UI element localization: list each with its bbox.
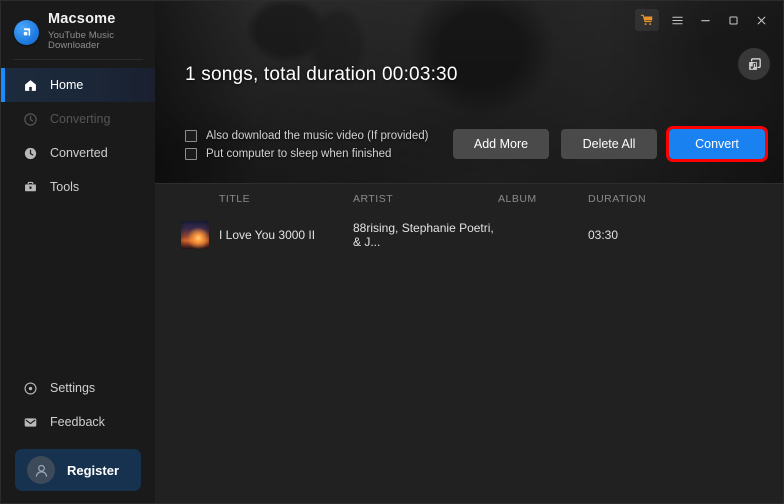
download-options: Also download the music video (If provid… <box>185 129 428 160</box>
sidebar-item-tools[interactable]: Tools <box>1 170 155 204</box>
main-content: 1 songs, total duration 00:03:30 Also do… <box>155 1 783 503</box>
hero-controls: Also download the music video (If provid… <box>185 126 768 162</box>
app-window: Macsome YouTube Music Downloader Home Co… <box>0 0 784 504</box>
close-icon[interactable] <box>747 9 775 31</box>
sidebar-item-label: Feedback <box>50 415 105 429</box>
brand-name: Macsome <box>48 11 116 28</box>
song-title: I Love You 3000 II <box>219 228 316 242</box>
checkbox-icon[interactable] <box>185 130 197 142</box>
brand-subtitle: YouTube Music Downloader <box>48 30 115 52</box>
sidebar-item-label: Home <box>50 78 84 92</box>
maximize-icon[interactable] <box>719 9 747 31</box>
option-download-music-video[interactable]: Also download the music video (If provid… <box>185 130 428 142</box>
sidebar-item-feedback[interactable]: Feedback <box>1 405 155 439</box>
cell-artist: 88rising, Stephanie Poetri, & J... <box>353 221 494 249</box>
cell-title: I Love You 3000 II <box>155 221 353 249</box>
convert-button[interactable]: Convert <box>666 126 768 162</box>
action-buttons: Add More Delete All Convert <box>453 126 768 162</box>
home-icon <box>22 77 39 94</box>
sidebar-bottom: Settings Feedback Register <box>1 371 155 491</box>
column-header-duration: DURATION <box>588 193 647 205</box>
register-button[interactable]: Register <box>15 449 141 491</box>
shopping-cart-icon[interactable] <box>635 9 659 31</box>
sidebar-item-label: Tools <box>50 180 80 194</box>
sidebar-item-settings[interactable]: Settings <box>1 371 155 405</box>
sidebar-item-converted[interactable]: Converted <box>1 136 155 170</box>
page-title: 1 songs, total duration 00:03:30 <box>185 64 458 85</box>
brand-text: Macsome YouTube Music Downloader <box>48 11 155 52</box>
sidebar-item-converting[interactable]: Converting <box>1 102 155 136</box>
table-row[interactable]: I Love You 3000 II 88rising, Stephanie P… <box>155 214 783 256</box>
sidebar-nav: Home Converting Converted Tools <box>1 68 155 204</box>
sidebar-item-label: Settings <box>50 381 96 395</box>
minimize-icon[interactable] <box>691 9 719 31</box>
album-art-thumbnail <box>181 221 209 249</box>
sidebar-divider <box>13 59 143 60</box>
register-label: Register <box>67 462 120 478</box>
hamburger-menu-icon[interactable] <box>663 9 691 31</box>
user-avatar-icon <box>27 456 55 484</box>
cell-duration: 03:30 <box>588 228 619 242</box>
option-label: Put computer to sleep when finished <box>206 148 392 160</box>
table-header-row: TITLE ARTIST ALBUM DURATION <box>155 183 783 214</box>
music-library-icon[interactable] <box>738 48 770 80</box>
option-label: Also download the music video (If provid… <box>206 130 429 142</box>
brand-header: Macsome YouTube Music Downloader <box>1 1 155 51</box>
column-header-artist: ARTIST <box>353 193 394 205</box>
column-header-album: ALBUM <box>498 193 537 205</box>
song-table: TITLE ARTIST ALBUM DURATION I Love You 3… <box>155 183 783 256</box>
sidebar: Macsome YouTube Music Downloader Home Co… <box>1 1 155 503</box>
delete-all-button[interactable]: Delete All <box>561 129 657 159</box>
option-sleep-when-finished[interactable]: Put computer to sleep when finished <box>185 148 428 160</box>
sidebar-item-home[interactable]: Home <box>1 68 155 102</box>
column-header-title: TITLE <box>219 193 251 205</box>
add-more-button[interactable]: Add More <box>453 129 549 159</box>
checkbox-icon[interactable] <box>185 148 197 160</box>
sidebar-item-label: Converting <box>50 112 111 126</box>
gear-icon <box>22 380 39 397</box>
sidebar-item-label: Converted <box>50 146 108 160</box>
hero-header: 1 songs, total duration 00:03:30 Also do… <box>155 1 783 183</box>
clock-icon <box>22 145 39 162</box>
window-controls <box>635 9 775 31</box>
toolbox-icon <box>22 179 39 196</box>
feedback-icon <box>22 414 39 431</box>
macsome-logo-icon <box>14 19 39 45</box>
converting-icon <box>22 111 39 128</box>
